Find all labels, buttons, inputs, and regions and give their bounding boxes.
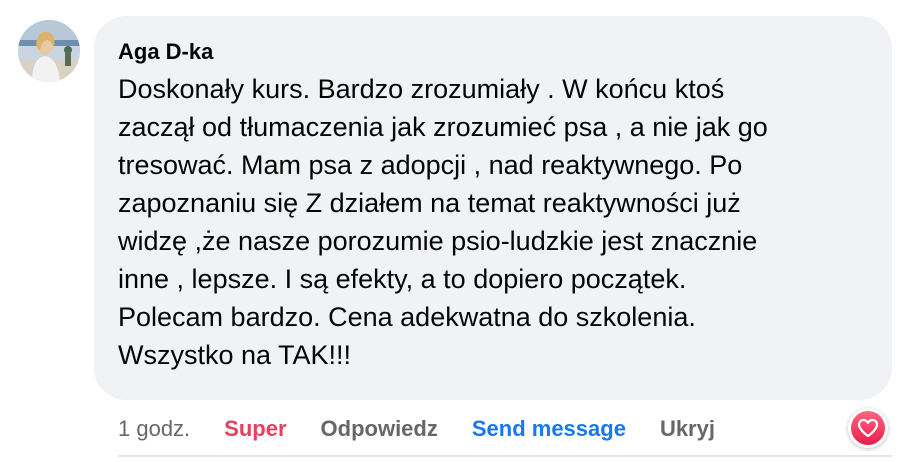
reaction-badge[interactable] [848,408,888,448]
comment-actions: 1 godz. Super Odpowiedz Send message Ukr… [118,414,749,444]
send-message-button[interactable]: Send message [472,416,626,442]
comment-bubble: Aga D-ka Doskonały kurs. Bardzo zrozumia… [94,16,892,400]
super-reaction-button[interactable]: Super [224,416,286,442]
divider [118,455,892,457]
hide-button[interactable]: Ukryj [660,416,715,442]
reply-button[interactable]: Odpowiedz [321,416,438,442]
comment-author[interactable]: Aga D-ka [118,38,866,66]
heart-reaction-icon [851,411,885,445]
comment-timestamp[interactable]: 1 godz. [118,416,190,442]
comment-container: Aga D-ka Doskonały kurs. Bardzo zrozumia… [0,0,924,462]
comment-text: Doskonały kurs. Bardzo zrozumiały . W ko… [118,74,768,370]
profile-photo-icon [18,20,80,82]
heart-icon [858,419,878,437]
avatar[interactable] [18,20,80,82]
